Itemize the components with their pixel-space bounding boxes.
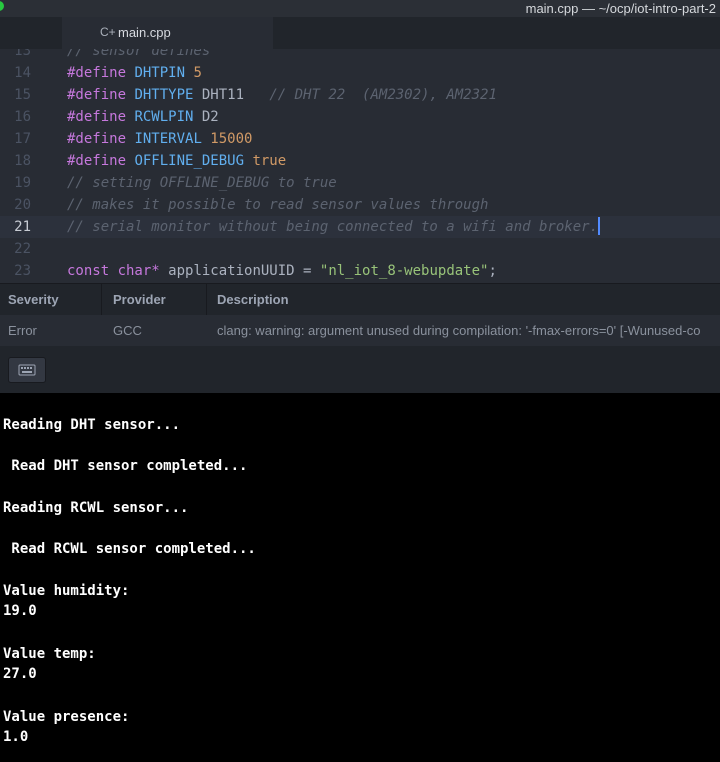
comment-token: // sensor defines [67, 49, 211, 59]
problem-provider: GCC [113, 323, 142, 338]
provider-column-header[interactable]: Provider [113, 284, 166, 315]
line-number: 18 [14, 153, 31, 169]
tab-bar: C+ main.cpp [0, 17, 720, 49]
plain-token: applicationUUID = [159, 263, 320, 279]
line-number: 15 [14, 87, 31, 103]
code-line[interactable]: 19 // setting OFFLINE_DEBUG to true [0, 172, 720, 194]
string-token: "nl_iot_8-webupdate" [319, 263, 489, 279]
comment-token: // DHT 22 (AM2302), AM2321 [244, 87, 497, 103]
code-text: // makes it possible to read sensor valu… [67, 194, 488, 216]
code-line[interactable]: 23 const char* applicationUUID = "nl_iot_… [0, 260, 720, 282]
line-number: 20 [14, 197, 31, 213]
text-cursor [598, 217, 601, 235]
column-divider [101, 284, 102, 315]
line-number: 22 [14, 241, 31, 257]
code-line[interactable]: 16 #define RCWLPIN D2 [0, 106, 720, 128]
line-number: 23 [14, 263, 31, 279]
operator-token: * [151, 263, 160, 279]
macro-name-token: RCWLPIN [134, 109, 194, 125]
code-line[interactable]: 21 // serial monitor without being connec… [0, 216, 720, 238]
window-title: main.cpp — ~/ocp/iot-intro-part-2 [525, 1, 716, 16]
terminal-line: Value humidity: [3, 583, 130, 599]
code-line[interactable]: 14 #define DHTPIN 5 [0, 62, 720, 84]
terminal-line: Read RCWL sensor completed... [3, 541, 256, 557]
code-text: #define OFFLINE_DEBUG true [67, 150, 286, 172]
keyword-token: #define [67, 153, 135, 169]
line-number: 16 [14, 109, 31, 125]
description-column-header[interactable]: Description [217, 284, 289, 315]
line-number: 21 [14, 219, 31, 235]
keyboard-toggle-button[interactable] [8, 357, 46, 383]
line-number: 13 [14, 49, 31, 59]
problem-row[interactable]: Error GCC clang: warning: argument unuse… [0, 315, 720, 346]
keyword-token: const [67, 263, 118, 279]
value-token: 15000 [201, 131, 253, 147]
code-text: // sensor defines [67, 49, 210, 62]
macro-name-token: OFFLINE_DEBUG [134, 153, 245, 169]
comment-token: // makes it possible to read sensor valu… [67, 197, 489, 213]
code-editor[interactable]: 13 // sensor defines 14 #define DHTPIN 5 15 #… [0, 49, 720, 283]
macro-name-token: INTERVAL [134, 131, 202, 147]
macro-name-token: DHTTYPE [134, 87, 194, 103]
window-zoom-button[interactable] [0, 1, 4, 11]
terminal-line: 19.0 [3, 603, 37, 619]
problem-severity: Error [8, 323, 37, 338]
keyboard-icon [18, 364, 36, 376]
keyword-token: char [117, 263, 152, 279]
code-text: // setting OFFLINE_DEBUG to true [67, 172, 337, 194]
code-line[interactable]: 18 #define OFFLINE_DEBUG true [0, 150, 720, 172]
code-text: const char* applicationUUID = "nl_iot_8-… [67, 260, 497, 282]
code-line[interactable]: 13 // sensor defines [0, 49, 720, 62]
code-line[interactable]: 22 [0, 238, 720, 260]
terminal-line: Value presence: [3, 709, 130, 725]
plain-token: ; [488, 263, 497, 279]
severity-column-header[interactable]: Severity [8, 284, 59, 315]
keyword-token: #define [67, 65, 135, 81]
code-text: #define INTERVAL 15000 [67, 128, 252, 150]
keyword-token: #define [67, 87, 135, 103]
tab-label: main.cpp [118, 25, 171, 40]
tab-main-cpp[interactable]: C+ main.cpp [62, 17, 273, 49]
plain-token: DHT11 [193, 87, 245, 103]
cpp-file-icon: C+ [100, 25, 116, 39]
terminal-line: Read DHT sensor completed... [3, 458, 248, 474]
line-number: 14 [14, 65, 31, 81]
terminal-toolbar [0, 346, 720, 393]
code-line[interactable]: 20 // makes it possible to read sensor va… [0, 194, 720, 216]
problem-description: clang: warning: argument unused during c… [217, 323, 701, 338]
code-text: #define RCWLPIN D2 [67, 106, 219, 128]
macro-name-token: DHTPIN [134, 65, 186, 81]
column-divider [206, 284, 207, 315]
problems-header: Severity Provider Description [0, 283, 720, 316]
line-number: 19 [14, 175, 31, 191]
serial-monitor-output[interactable]: Reading DHT sensor... Read DHT sensor co… [0, 393, 720, 762]
code-line[interactable]: 17 #define INTERVAL 15000 [0, 128, 720, 150]
code-line[interactable]: 15 #define DHTTYPE DHT11 // DHT 22 (AM230… [0, 84, 720, 106]
value-token: true [244, 153, 287, 169]
comment-token: // serial monitor without being connecte… [67, 219, 599, 235]
line-number: 17 [14, 131, 31, 147]
terminal-line: 27.0 [3, 666, 37, 682]
code-text: #define DHTTYPE DHT11 // DHT 22 (AM2302)… [67, 84, 497, 106]
code-text: #define DHTPIN 5 [67, 62, 202, 84]
terminal-line: Reading RCWL sensor... [3, 500, 189, 516]
code-text: // serial monitor without being connecte… [67, 216, 601, 238]
keyword-token: #define [67, 131, 135, 147]
comment-token: // setting OFFLINE_DEBUG to true [67, 175, 337, 191]
terminal-line: Reading DHT sensor... [3, 417, 181, 433]
keyword-token: #define [67, 109, 135, 125]
terminal-line: 1.0 [3, 729, 29, 745]
plain-token: D2 [193, 109, 219, 125]
title-bar: main.cpp — ~/ocp/iot-intro-part-2 [0, 0, 720, 17]
terminal-line: Value temp: [3, 646, 96, 662]
value-token: 5 [185, 65, 202, 81]
